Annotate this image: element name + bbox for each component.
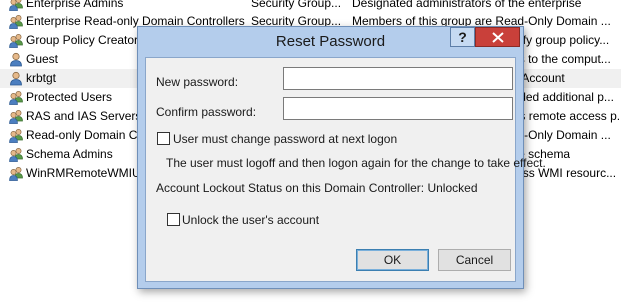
cancel-button[interactable]: Cancel bbox=[438, 249, 511, 271]
confirm-password-label: Confirm password: bbox=[156, 105, 257, 119]
user-icon bbox=[8, 52, 24, 67]
new-password-label: New password: bbox=[156, 75, 239, 89]
confirm-password-input[interactable] bbox=[283, 97, 513, 120]
must-change-password-label[interactable]: User must change password at next logon bbox=[173, 132, 397, 146]
user-icon bbox=[8, 71, 24, 86]
item-name: Schema Admins bbox=[26, 147, 113, 161]
group-icon bbox=[8, 0, 24, 11]
group-icon bbox=[8, 147, 24, 162]
new-password-input[interactable] bbox=[283, 67, 513, 90]
help-button[interactable]: ? bbox=[450, 27, 475, 47]
item-name: RAS and IAS Servers bbox=[26, 109, 142, 123]
dialog-body: New password: Confirm password: User mus… bbox=[145, 57, 546, 282]
close-button[interactable] bbox=[475, 27, 520, 47]
lockout-status: Account Lockout Status on this Domain Co… bbox=[156, 181, 478, 195]
group-icon bbox=[8, 33, 24, 48]
ok-button[interactable]: OK bbox=[356, 249, 429, 271]
dialog-titlebar[interactable]: Reset Password ? bbox=[138, 27, 523, 57]
group-icon bbox=[8, 166, 24, 181]
logoff-note: The user must logoff and then logon agai… bbox=[166, 156, 546, 170]
group-icon bbox=[8, 109, 24, 124]
group-icon bbox=[8, 128, 24, 143]
group-icon bbox=[8, 90, 24, 105]
item-name: Guest bbox=[26, 52, 59, 66]
item-name: Protected Users bbox=[26, 90, 113, 104]
must-change-password-checkbox[interactable] bbox=[157, 132, 170, 145]
group-icon bbox=[8, 14, 24, 29]
unlock-account-checkbox[interactable] bbox=[167, 213, 180, 226]
item-name: krbtgt bbox=[26, 71, 57, 85]
close-icon bbox=[492, 32, 504, 43]
unlock-account-label[interactable]: Unlock the user's account bbox=[182, 213, 319, 227]
reset-password-dialog: Reset Password ? New password: Confirm p… bbox=[137, 26, 546, 289]
